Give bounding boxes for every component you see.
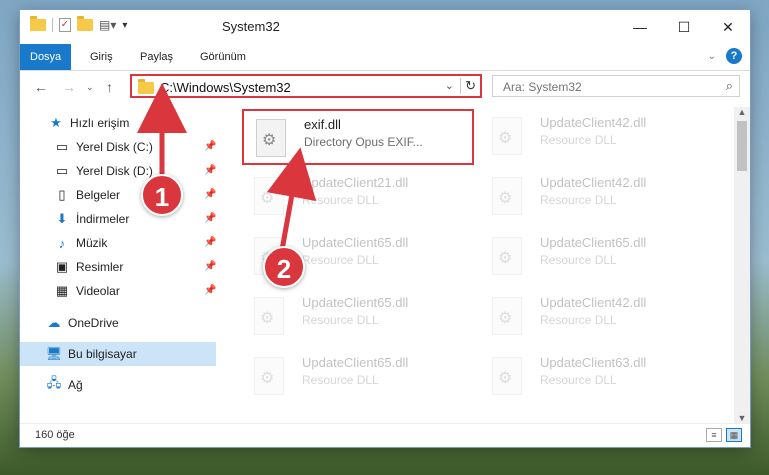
annotation-arrows: [137, 83, 317, 251]
step-marker-1: 1: [141, 174, 183, 216]
arrow-to-exif-file: [266, 147, 317, 251]
step-marker-2: 2: [263, 246, 305, 288]
